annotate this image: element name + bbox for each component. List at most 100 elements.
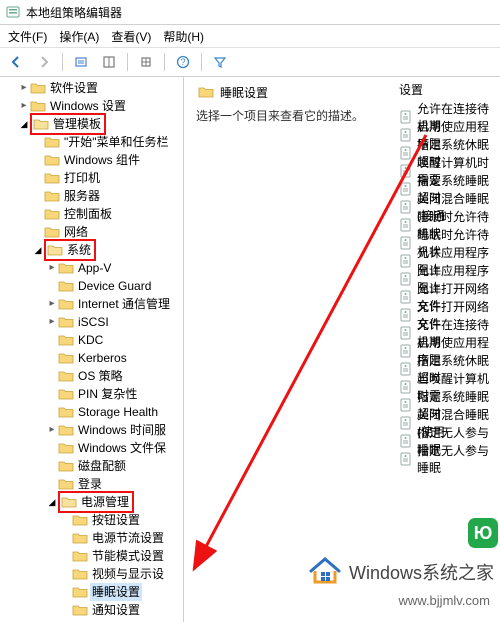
tree-item[interactable]: 磁盘配额 xyxy=(0,457,183,475)
policy-icon xyxy=(399,235,413,251)
tree-item[interactable]: 电源节流设置 xyxy=(0,529,183,547)
menu-action[interactable]: 操作(A) xyxy=(53,26,105,47)
chevron-down-icon[interactable]: ◢ xyxy=(18,115,30,133)
tree-item[interactable]: 通知设置 xyxy=(0,601,183,619)
folder-icon xyxy=(58,477,74,491)
tree-item-label: iSCSI xyxy=(76,313,111,331)
toolbar-separator xyxy=(164,53,165,71)
policy-icon xyxy=(399,199,413,215)
watermark: Windows系统之家 xyxy=(307,555,494,588)
policy-icon xyxy=(399,379,413,395)
folder-icon xyxy=(58,441,74,455)
tree-item[interactable]: ◢ 管理模板 xyxy=(0,115,183,133)
folder-icon xyxy=(44,207,60,221)
folder-icon xyxy=(44,189,60,203)
app-icon xyxy=(6,5,20,19)
tree-item[interactable]: Storage Health xyxy=(0,403,183,421)
filter-button[interactable] xyxy=(208,50,232,74)
chevron-down-icon[interactable]: ◢ xyxy=(46,493,58,511)
folder-icon xyxy=(44,135,60,149)
policy-icon xyxy=(399,181,413,197)
toolbar: ? xyxy=(0,48,500,77)
menu-file[interactable]: 文件(F) xyxy=(2,26,53,47)
tree-item-label: 软件设置 xyxy=(48,79,100,97)
tree-item[interactable]: 打印机 xyxy=(0,169,183,187)
tree-item[interactable]: Kerberos xyxy=(0,349,183,367)
settings-list: 允许在连接待机期启用使应用程序阻指定系统休眠超时唤醒计算机时需要指定系统睡眠超时… xyxy=(399,108,500,468)
back-button[interactable] xyxy=(4,50,28,74)
tree-item[interactable]: 按钮设置 xyxy=(0,511,183,529)
window-title: 本地组策略编辑器 xyxy=(26,4,122,21)
policy-icon xyxy=(399,145,413,161)
chevron-down-icon[interactable]: ◢ xyxy=(32,241,44,259)
tree-item[interactable]: "开始"菜单和任务栏 xyxy=(0,133,183,151)
folder-icon xyxy=(44,225,60,239)
chevron-right-icon[interactable]: ▸ xyxy=(18,97,30,115)
policy-icon xyxy=(399,217,413,233)
house-icon xyxy=(307,555,343,588)
tree-item-label: 按钮设置 xyxy=(90,511,142,529)
tree-item-label: 服务器 xyxy=(62,187,102,205)
tree-item[interactable]: Windows 组件 xyxy=(0,151,183,169)
folder-icon xyxy=(72,531,88,545)
policy-icon xyxy=(399,397,413,413)
policy-icon xyxy=(399,415,413,431)
policy-icon xyxy=(399,325,413,341)
policy-icon xyxy=(399,343,413,359)
tree-item[interactable]: ▸Internet 通信管理 xyxy=(0,295,183,313)
tree-item[interactable]: ▸ 软件设置 xyxy=(0,79,183,97)
folder-icon xyxy=(47,243,63,257)
toolbar-separator xyxy=(62,53,63,71)
tree-item[interactable]: ▸App-V xyxy=(0,259,183,277)
setting-item[interactable]: 指定无人参与睡眠 xyxy=(399,450,500,468)
title-bar: 本地组策略编辑器 xyxy=(0,0,500,25)
tree-item[interactable]: ◢电源管理 xyxy=(0,493,183,511)
chevron-right-icon[interactable]: ▸ xyxy=(18,79,30,97)
tree-item-label: PIN 复杂性 xyxy=(76,385,139,403)
tree-item[interactable]: 服务器 xyxy=(0,187,183,205)
folder-icon xyxy=(33,117,49,131)
settings-column: 设置 允许在连接待机期启用使应用程序阻指定系统休眠超时唤醒计算机时需要指定系统睡… xyxy=(399,81,500,468)
tree-item[interactable]: 控制面板 xyxy=(0,205,183,223)
tree-item[interactable]: ▸ Windows 时间服 xyxy=(0,421,183,439)
tree-item[interactable]: 节能模式设置 xyxy=(0,547,183,565)
tree-item-label: 系统 xyxy=(65,241,93,259)
tree-item[interactable]: Windows 文件保 xyxy=(0,439,183,457)
tree-item[interactable]: ▸ iSCSI xyxy=(0,313,183,331)
tree-pane[interactable]: ▸软件设置▸Windows 设置◢管理模板"开始"菜单和任务栏Windows 组… xyxy=(0,77,184,622)
folder-icon xyxy=(58,369,74,383)
tree-item-label: 打印机 xyxy=(62,169,102,187)
menu-help[interactable]: 帮助(H) xyxy=(157,26,210,47)
tree-item-label: Windows 时间服 xyxy=(76,421,168,439)
chevron-right-icon[interactable]: ▸ xyxy=(46,259,58,277)
menu-view[interactable]: 查看(V) xyxy=(105,26,157,47)
chevron-right-icon[interactable]: ▸ xyxy=(46,295,58,313)
tree-item[interactable]: PIN 复杂性 xyxy=(0,385,183,403)
folder-icon xyxy=(58,333,74,347)
tree-item-label: OS 策略 xyxy=(76,367,125,385)
export-button[interactable] xyxy=(134,50,158,74)
showhide-button[interactable] xyxy=(97,50,121,74)
tree-item[interactable]: 睡眠设置 xyxy=(0,583,183,601)
forward-button[interactable] xyxy=(32,50,56,74)
tree-item[interactable]: OS 策略 xyxy=(0,367,183,385)
tree-item[interactable]: 视频与显示设 xyxy=(0,565,183,583)
svg-text:?: ? xyxy=(180,57,185,67)
folder-icon xyxy=(198,85,214,99)
folder-icon xyxy=(72,549,88,563)
up-button[interactable] xyxy=(69,50,93,74)
policy-icon xyxy=(399,307,413,323)
folder-icon xyxy=(44,171,60,185)
help-button[interactable]: ? xyxy=(171,50,195,74)
folder-icon xyxy=(58,459,74,473)
tree-item[interactable]: ◢ 系统 xyxy=(0,241,183,259)
chevron-right-icon[interactable]: ▸ xyxy=(46,313,58,331)
chevron-right-icon[interactable]: ▸ xyxy=(46,421,58,439)
tree-item-label: "开始"菜单和任务栏 xyxy=(62,133,171,151)
tree-item-label: 管理模板 xyxy=(51,115,103,133)
tree-item-label: 电源节流设置 xyxy=(90,529,166,547)
tree-item[interactable]: Device Guard xyxy=(0,277,183,295)
tree-item[interactable]: KDC xyxy=(0,331,183,349)
policy-icon xyxy=(399,433,413,449)
policy-icon xyxy=(399,361,413,377)
